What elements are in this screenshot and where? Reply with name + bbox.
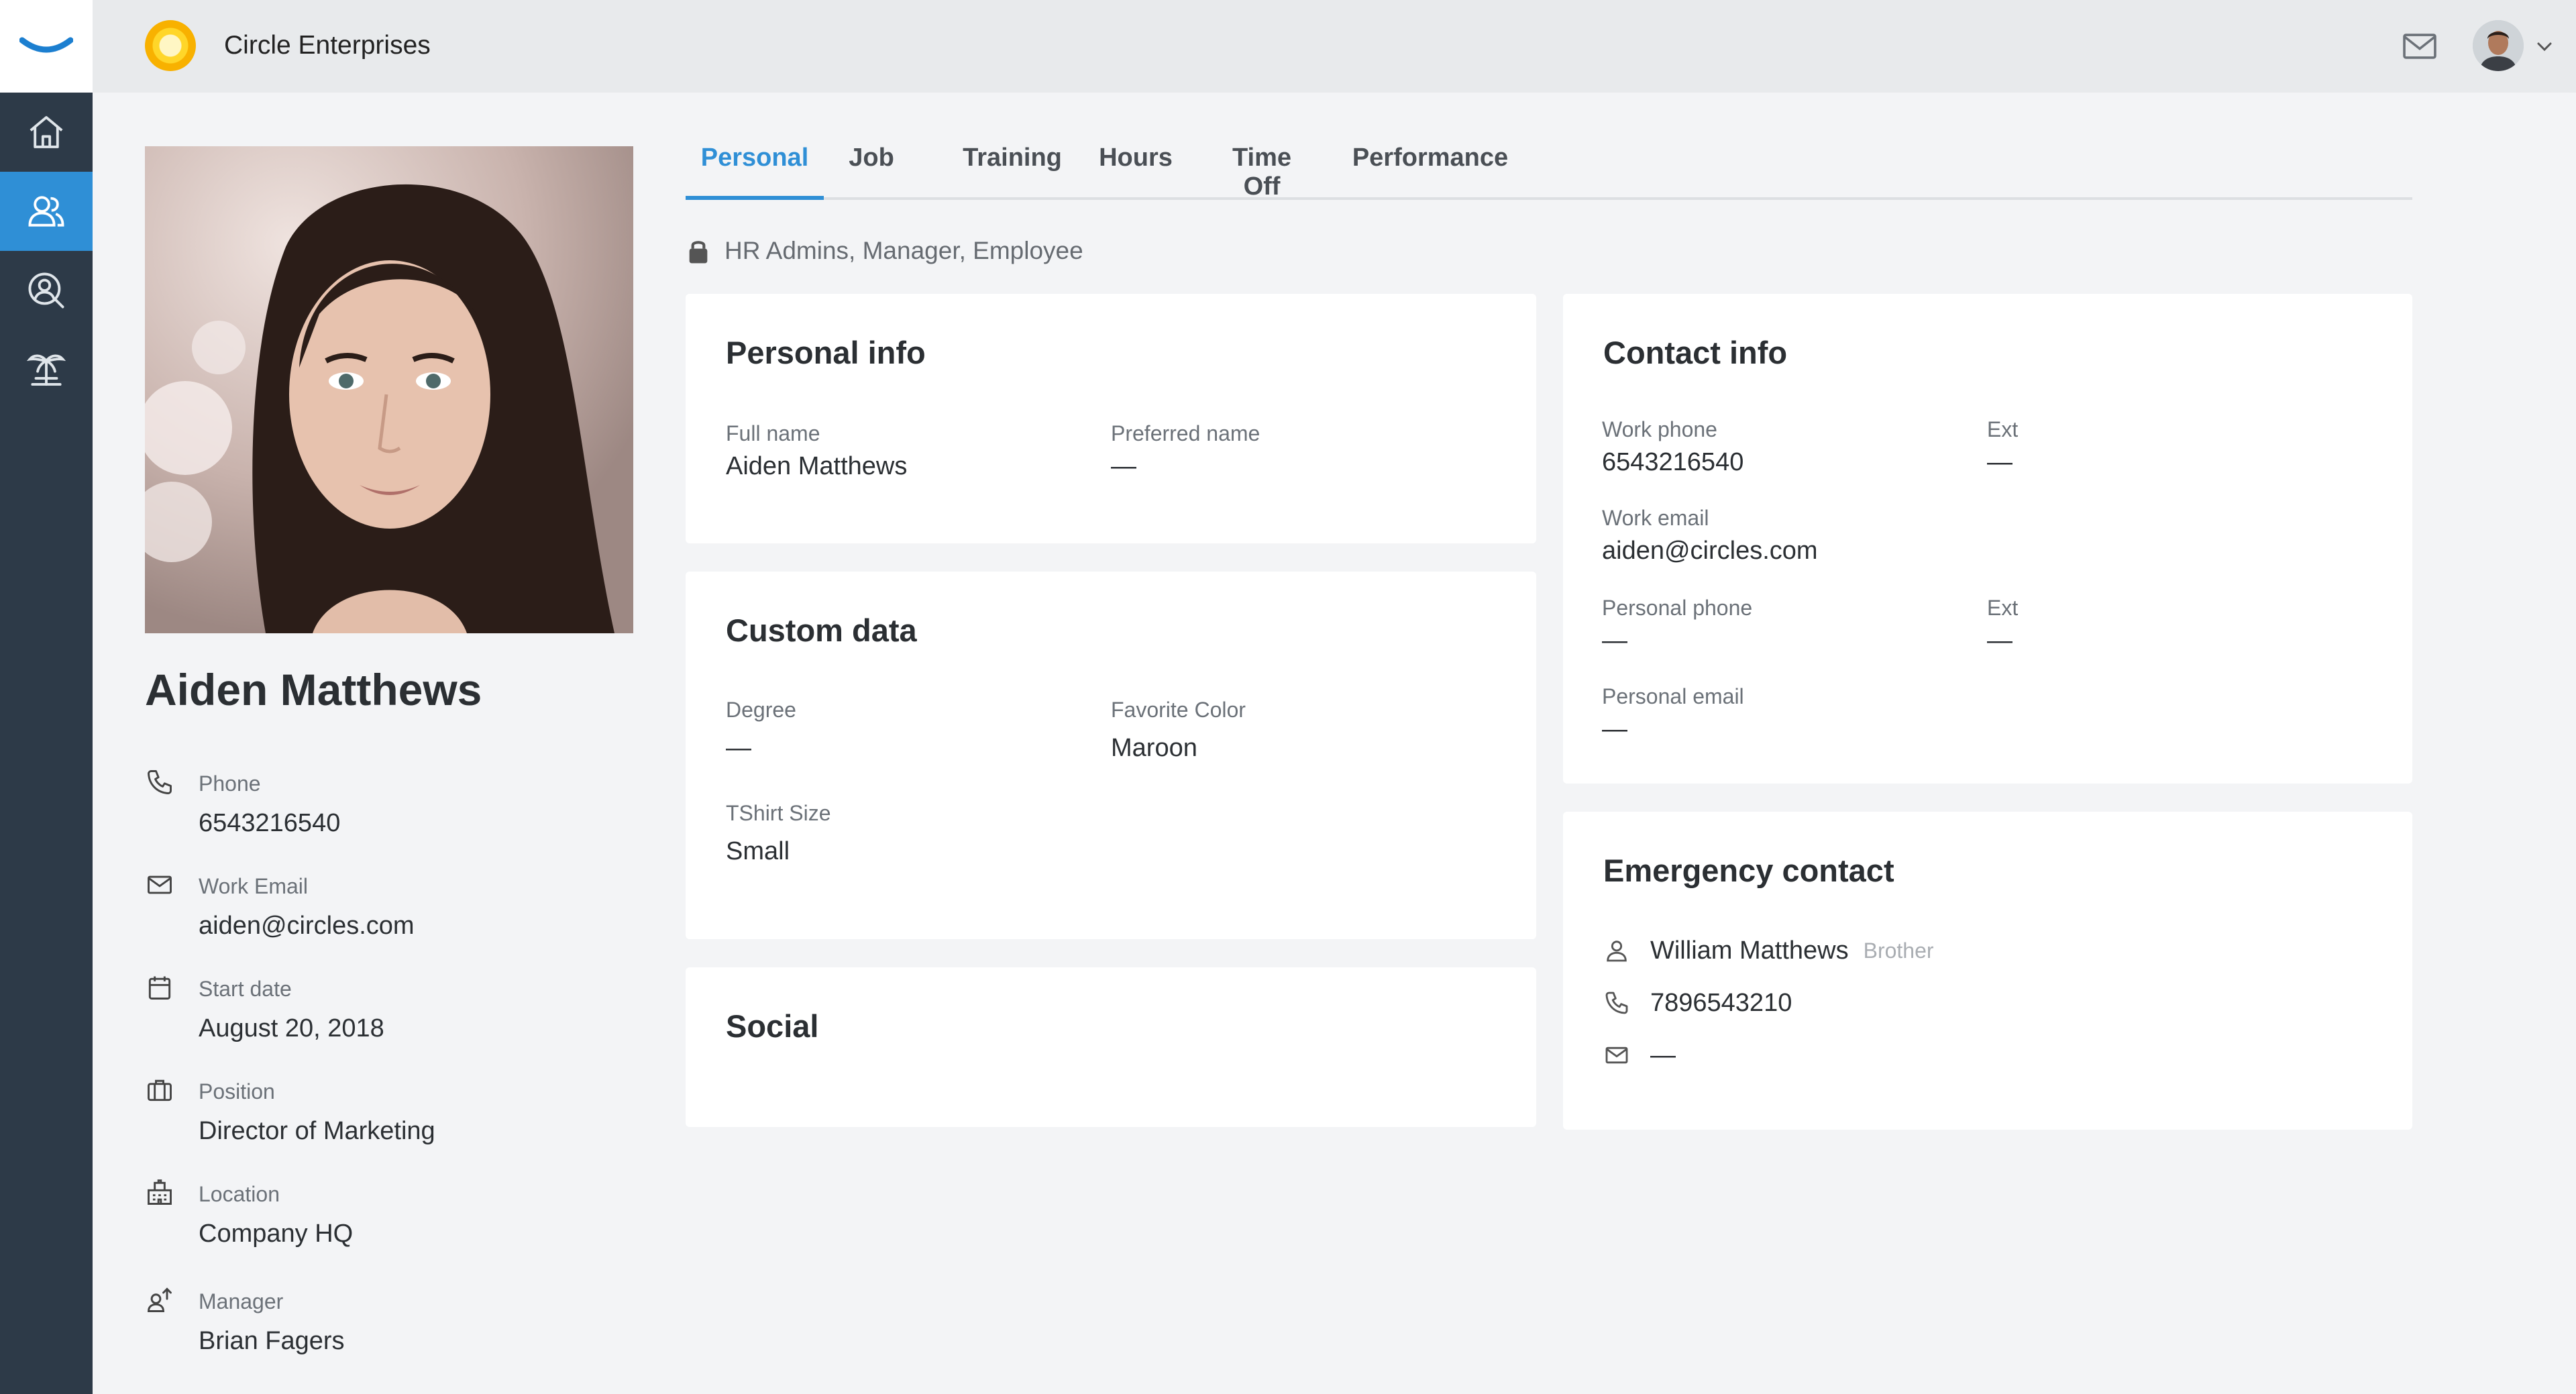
degree-label: Degree bbox=[726, 698, 796, 722]
company-logo bbox=[145, 20, 196, 71]
work-phone-label: Work phone bbox=[1602, 417, 1717, 441]
home-icon bbox=[30, 116, 63, 148]
manager-icon bbox=[148, 1287, 172, 1312]
emergency-contact-email-row: — bbox=[1603, 1038, 1676, 1072]
profile-field-start-date: Start date August 20, 2018 bbox=[145, 973, 614, 1060]
field-label: Work Email bbox=[199, 874, 308, 898]
nav-time-off[interactable] bbox=[0, 330, 93, 409]
emergency-contact-phone-row: 7896543210 bbox=[1603, 986, 1792, 1020]
nav-person-search[interactable] bbox=[0, 251, 93, 330]
profile-field-manager: Manager Brian Fagers bbox=[145, 1285, 614, 1373]
personal-phone-label: Personal phone bbox=[1602, 596, 1753, 620]
profile-tabs: Personal Job Training Hours Time Off Per… bbox=[686, 134, 2412, 201]
profile-field-location: Location Company HQ bbox=[145, 1178, 614, 1265]
top-bar: Circle Enterprises bbox=[93, 0, 2576, 93]
emergency-contact-relation: Brother bbox=[1863, 938, 1934, 963]
personal-info-card: Personal info Full name Aiden Matthews P… bbox=[686, 294, 1536, 543]
personal-ext-label: Ext bbox=[1987, 596, 2019, 620]
favorite-color-value: Maroon bbox=[1111, 734, 1197, 762]
access-text: HR Admins, Manager, Employee bbox=[724, 237, 1083, 264]
social-card: Social bbox=[686, 967, 1536, 1127]
field-label: Phone bbox=[199, 771, 261, 796]
tab-time-off[interactable]: Time Off bbox=[1212, 144, 1312, 201]
chevron-down-icon[interactable] bbox=[2534, 36, 2555, 56]
tab-training[interactable]: Training bbox=[962, 144, 1063, 200]
people-icon bbox=[28, 196, 64, 227]
profile-name: Aiden Matthews bbox=[145, 665, 482, 714]
company-name: Circle Enterprises bbox=[224, 31, 431, 60]
building-icon bbox=[148, 1179, 172, 1205]
field-value: Director of Marketing bbox=[199, 1117, 435, 1145]
preferred-name-value: — bbox=[1111, 452, 1136, 480]
briefcase-icon bbox=[148, 1079, 172, 1102]
tab-job[interactable]: Job bbox=[847, 144, 896, 200]
degree-value: — bbox=[726, 734, 751, 762]
tshirt-size-label: TShirt Size bbox=[726, 801, 831, 825]
mail-icon bbox=[148, 875, 172, 894]
nav-home[interactable] bbox=[0, 93, 93, 172]
profile-field-phone: Phone 6543216540 bbox=[145, 767, 614, 855]
profile-field-position: Position Director of Marketing bbox=[145, 1075, 614, 1163]
user-avatar[interactable] bbox=[2473, 20, 2524, 71]
emergency-contact-email: — bbox=[1650, 1040, 1676, 1069]
emergency-contact-name-row: William Matthews Brother bbox=[1603, 934, 1934, 967]
palm-tree-icon bbox=[26, 354, 66, 386]
custom-data-card: Custom data Degree — Favorite Color Maro… bbox=[686, 572, 1536, 939]
left-nav-rail bbox=[0, 0, 93, 1394]
field-value: 6543216540 bbox=[199, 809, 341, 837]
work-email-label: Work email bbox=[1602, 506, 1709, 530]
phone-icon bbox=[1605, 991, 1628, 1014]
person-icon bbox=[1607, 941, 1627, 962]
work-email-value[interactable]: aiden@circles.com bbox=[1602, 537, 1818, 566]
field-label: Location bbox=[199, 1182, 280, 1206]
personal-ext-value: — bbox=[1987, 627, 2012, 655]
card-title: Custom data bbox=[726, 612, 917, 648]
mail-icon bbox=[1605, 1047, 1628, 1064]
mail-icon[interactable] bbox=[2400, 27, 2439, 66]
field-value: August 20, 2018 bbox=[199, 1014, 384, 1042]
access-note: HR Admins, Manager, Employee bbox=[687, 235, 1083, 267]
work-phone-value: 6543216540 bbox=[1602, 448, 1744, 476]
preferred-name-label: Preferred name bbox=[1111, 421, 1260, 445]
person-search-icon bbox=[28, 272, 64, 309]
nav-people[interactable] bbox=[0, 172, 93, 251]
personal-phone-value: — bbox=[1602, 627, 1627, 655]
card-title: Contact info bbox=[1603, 335, 1788, 370]
emergency-contact-card: Emergency contact William Matthews Broth… bbox=[1563, 812, 2412, 1130]
tab-hours[interactable]: Hours bbox=[1099, 144, 1173, 200]
card-title: Personal info bbox=[726, 335, 926, 370]
personal-email-label: Personal email bbox=[1602, 684, 1744, 708]
profile-photo bbox=[145, 146, 633, 633]
card-title: Emergency contact bbox=[1603, 853, 1894, 888]
field-label: Manager bbox=[199, 1289, 284, 1313]
user-avatar-image bbox=[2473, 20, 2524, 71]
personal-email-value: — bbox=[1602, 715, 1627, 743]
lock-icon bbox=[689, 241, 708, 264]
tab-performance[interactable]: Performance bbox=[1350, 144, 1511, 200]
profile-field-work-email: Work Email aiden@circles.com bbox=[145, 870, 614, 957]
field-label: Position bbox=[199, 1079, 275, 1104]
card-title: Social bbox=[726, 1008, 819, 1044]
field-value[interactable]: aiden@circles.com bbox=[199, 912, 415, 941]
field-value[interactable]: Brian Fagers bbox=[199, 1327, 345, 1356]
tshirt-size-value: Small bbox=[726, 837, 790, 865]
profile-photo-image bbox=[145, 146, 633, 633]
emergency-contact-phone: 7896543210 bbox=[1650, 988, 1792, 1017]
field-value: Company HQ bbox=[199, 1220, 354, 1248]
field-label: Start date bbox=[199, 977, 292, 1001]
phone-icon bbox=[148, 770, 172, 794]
work-ext-label: Ext bbox=[1987, 417, 2019, 441]
full-name-value: Aiden Matthews bbox=[726, 452, 908, 480]
work-ext-value: — bbox=[1987, 448, 2012, 476]
favorite-color-label: Favorite Color bbox=[1111, 698, 1246, 722]
app-logo-icon bbox=[19, 37, 73, 53]
tab-personal[interactable]: Personal bbox=[686, 144, 824, 200]
full-name-label: Full name bbox=[726, 421, 820, 445]
app-logo[interactable] bbox=[0, 0, 93, 93]
emergency-contact-name: William Matthews bbox=[1650, 936, 1849, 965]
calendar-icon bbox=[148, 976, 171, 1000]
contact-info-card: Contact info Work phone 6543216540 Ext —… bbox=[1563, 294, 2412, 784]
